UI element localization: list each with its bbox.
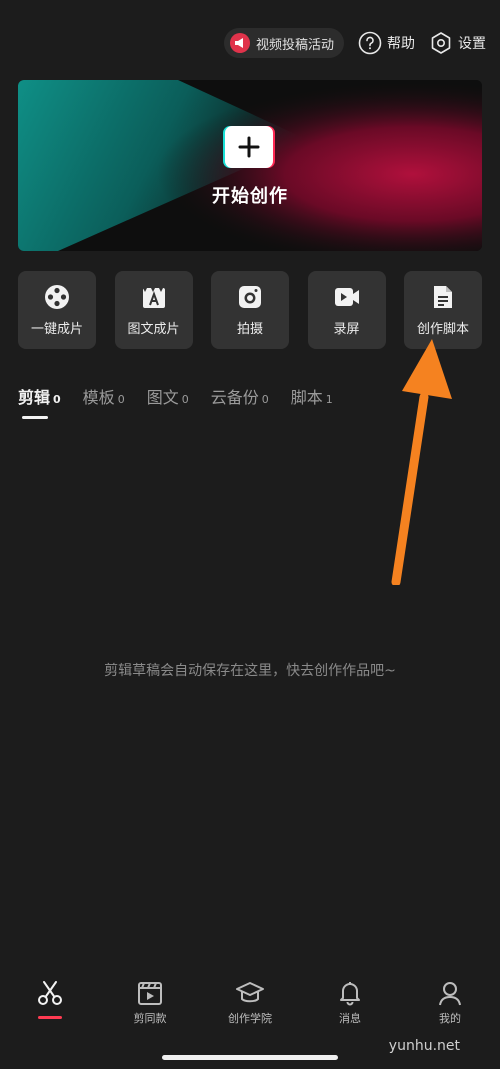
nav-profile[interactable]: 我的 <box>405 980 495 1026</box>
tile-one-click[interactable]: 一键成片 <box>18 271 96 349</box>
tab-scripts[interactable]: 脚本 1 <box>291 384 333 408</box>
tab-edit[interactable]: 剪辑 0 <box>18 384 61 419</box>
camera-icon <box>239 285 261 308</box>
video-record-icon <box>334 287 359 306</box>
megaphone-icon <box>229 33 250 53</box>
draft-tabs: 剪辑 0 模板 0 图文 0 云备份 0 脚本 1 <box>18 384 333 419</box>
bell-icon <box>340 982 360 1006</box>
tile-label: 录屏 <box>333 321 360 337</box>
tile-shoot[interactable]: 拍摄 <box>211 271 289 349</box>
nav-label: 我的 <box>439 1012 461 1025</box>
nav-messages[interactable]: 消息 <box>305 980 395 1026</box>
tile-screen-record[interactable]: 录屏 <box>307 271 386 349</box>
promo-label: 视频投稿活动 <box>255 37 334 53</box>
script-doc-icon <box>434 285 452 308</box>
film-reel-icon <box>45 284 69 309</box>
tab-count: 0 <box>181 393 189 406</box>
text-clip-icon <box>142 287 165 308</box>
promo-button[interactable]: 视频投稿活动 <box>223 28 344 58</box>
help-label: 帮助 <box>387 36 415 52</box>
tab-label: 模板 <box>82 388 115 407</box>
tab-label: 剪辑 <box>18 388 51 407</box>
tab-count: 0 <box>53 393 61 406</box>
tile-label: 一键成片 <box>30 321 83 337</box>
empty-state-hint: 剪辑草稿会自动保存在这里，快去创作作品吧~ <box>104 663 396 679</box>
tile-text-to-video[interactable]: 图文成片 <box>114 271 193 349</box>
tab-templates[interactable]: 模板 0 <box>83 384 125 408</box>
start-creating-banner[interactable]: 开始创作 <box>18 80 482 251</box>
tile-label: 图文成片 <box>127 321 180 337</box>
tile-label: 创作脚本 <box>416 321 469 337</box>
watermark: yunhu.net <box>388 1038 460 1054</box>
bottom-nav: 剪同款 创作学院 消息 我的 <box>0 980 500 1040</box>
nav-label: 创作学院 <box>228 1012 272 1025</box>
graduation-cap-icon <box>236 982 264 1003</box>
tab-count: 0 <box>117 393 125 406</box>
tab-cloud-backup[interactable]: 云备份 0 <box>211 384 269 408</box>
active-indicator <box>38 1016 62 1019</box>
gear-icon <box>431 32 451 54</box>
home-indicator[interactable] <box>162 1055 338 1060</box>
top-bar: 视频投稿活动 帮助 设置 <box>223 26 486 60</box>
template-clip-icon <box>138 982 162 1005</box>
nav-edit[interactable] <box>5 980 95 1019</box>
nav-academy[interactable]: 创作学院 <box>205 980 295 1026</box>
banner-label: 开始创作 <box>212 186 288 207</box>
help-icon <box>358 31 382 55</box>
help-button[interactable]: 帮助 <box>358 31 415 55</box>
scissors-icon <box>38 981 62 1005</box>
plus-icon <box>225 126 273 168</box>
nav-label: 剪同款 <box>133 1012 167 1025</box>
annotation-arrow <box>391 339 452 585</box>
settings-button[interactable]: 设置 <box>429 31 486 55</box>
tab-count: 1 <box>325 393 333 406</box>
nav-label: 消息 <box>339 1012 361 1025</box>
tab-label: 脚本 <box>290 388 323 407</box>
person-icon <box>439 982 461 1006</box>
nav-templates[interactable]: 剪同款 <box>105 980 195 1026</box>
tab-text-image[interactable]: 图文 0 <box>147 384 189 408</box>
tab-count: 0 <box>261 393 269 406</box>
tile-label: 拍摄 <box>236 321 263 337</box>
tab-label: 云备份 <box>210 388 259 407</box>
settings-label: 设置 <box>458 36 486 52</box>
tab-label: 图文 <box>146 388 179 407</box>
